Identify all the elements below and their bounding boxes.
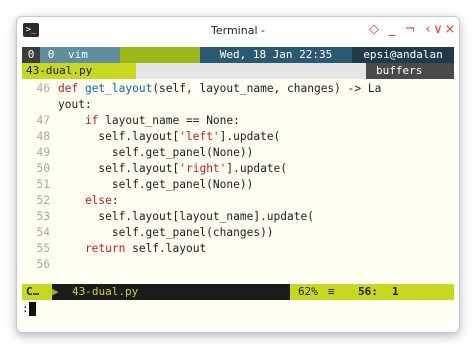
- line-number: 50: [36, 162, 50, 175]
- line-number: 47: [36, 114, 50, 127]
- cursor-col: 1: [392, 285, 399, 298]
- line-number: 52: [36, 194, 50, 207]
- vim-mode: C…: [22, 284, 52, 300]
- terminal-content[interactable]: 0 0 vim Wed, 18 Jan 22:35 epsi@andalan 4…: [22, 47, 454, 327]
- code-token: self.get_panel(changes)): [58, 226, 274, 239]
- user-host: epsi@andalan: [352, 47, 454, 63]
- minimize-button[interactable]: _: [383, 21, 401, 39]
- code-token: ].update(: [219, 130, 281, 143]
- code-editor[interactable]: 46 def get_layout(self, layout_name, chan…: [22, 81, 454, 273]
- line-number: 56: [36, 258, 50, 271]
- code-token: else: [58, 194, 112, 207]
- line-number: 51: [36, 178, 50, 191]
- code-line[interactable]: 48 self.layout['left'].update(: [22, 129, 454, 145]
- terminal-window: >_ Terminal - ◇ _ ¬ ‹ ∨ × 0 0 vim Wed, 1…: [16, 16, 460, 333]
- buffer-tab-active[interactable]: 43-dual.py: [22, 63, 136, 79]
- tab-spacer: [120, 47, 200, 63]
- code-token: (self, layout_name, changes) -> La: [152, 82, 382, 95]
- line-number: 46: [36, 82, 50, 95]
- code-line[interactable]: 53 self.layout[layout_name].update(: [22, 209, 454, 225]
- code-token: ].update(: [226, 162, 288, 175]
- line-number: 54: [36, 226, 50, 239]
- window-index: 0: [40, 47, 62, 63]
- terminal-app-icon: >_: [23, 23, 39, 37]
- command-line[interactable]: :: [22, 301, 454, 317]
- session-index: 0: [22, 47, 40, 63]
- date-time: Wed, 18 Jan 22:35: [200, 47, 352, 63]
- code-token: def: [58, 82, 85, 95]
- code-line[interactable]: 49 self.get_panel(None)): [22, 145, 454, 161]
- code-line[interactable]: 56: [22, 257, 454, 273]
- close-button[interactable]: ×: [441, 21, 459, 39]
- tmux-status-top: 0 0 vim Wed, 18 Jan 22:35 epsi@andalan: [22, 47, 454, 63]
- code-line[interactable]: 50 self.layout['right'].update(: [22, 161, 454, 177]
- code-line[interactable]: 46 def get_layout(self, layout_name, chan…: [22, 81, 454, 97]
- file-percent: 62%: [298, 285, 318, 298]
- code-token: :: [111, 194, 119, 207]
- code-token: return: [58, 242, 133, 255]
- code-token: self.layout: [132, 242, 207, 255]
- line-number: 53: [36, 210, 50, 223]
- code-token: self.layout[: [58, 130, 180, 143]
- text-cursor: [29, 302, 36, 316]
- line-number: 55: [36, 242, 50, 255]
- sticky-icon[interactable]: ◇: [365, 21, 383, 39]
- code-token: 'left': [179, 130, 220, 143]
- code-token: self.get_panel(None)): [58, 178, 254, 191]
- code-token: if: [58, 114, 106, 127]
- separator-icon: ▶: [52, 285, 59, 298]
- code-token: self.layout[layout_name].update(: [58, 210, 314, 223]
- buffers-label: buffers: [366, 63, 454, 79]
- code-token: yout:: [58, 98, 92, 111]
- code-token: get_layout: [84, 82, 153, 95]
- code-line[interactable]: yout:: [22, 97, 454, 113]
- title-bar[interactable]: >_ Terminal - ◇ _ ¬ ‹ ∨ ×: [17, 17, 459, 47]
- code-token: 'right': [179, 162, 227, 175]
- cursor-line: 56:: [358, 285, 378, 298]
- code-token: layout_name == None:: [105, 114, 240, 127]
- window-name: vim: [62, 47, 120, 63]
- buffer-line: 43-dual.py buffers: [22, 63, 454, 79]
- vim-statusline: C… ▶ 43-dual.py 62% ≡ 56: 1: [22, 284, 454, 300]
- code-line[interactable]: 52 else:: [22, 193, 454, 209]
- status-filename: 43-dual.py: [72, 285, 139, 298]
- maximize-button[interactable]: ¬: [401, 21, 419, 39]
- code-line[interactable]: 55 return self.layout: [22, 241, 454, 257]
- line-number: 49: [36, 146, 50, 159]
- code-line[interactable]: 47 if layout_name == None:: [22, 113, 454, 129]
- line-number: 48: [36, 130, 50, 143]
- lines-icon: ≡: [328, 285, 335, 298]
- code-line[interactable]: 54 self.get_panel(changes)): [22, 225, 454, 241]
- command-prompt: :: [22, 302, 29, 315]
- code-line[interactable]: 51 self.get_panel(None)): [22, 177, 454, 193]
- code-token: self.layout[: [58, 162, 180, 175]
- code-token: self.get_panel(None)): [58, 146, 254, 159]
